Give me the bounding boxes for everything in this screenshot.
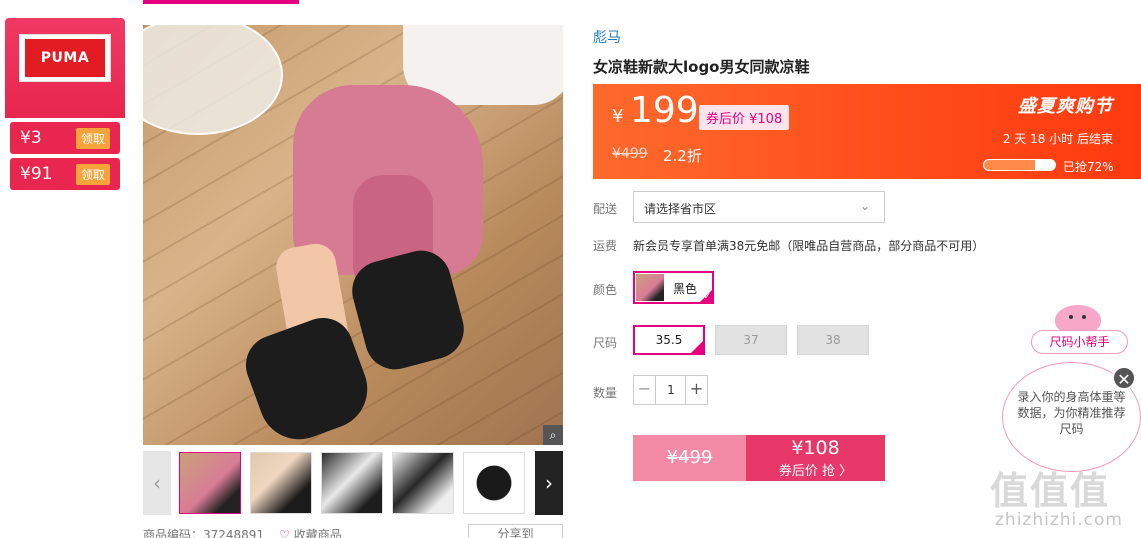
coupon-claim-button[interactable]: 领取 — [75, 127, 110, 149]
zoom-icon[interactable]: ⌕ — [543, 425, 563, 445]
mascot-eye — [1082, 315, 1086, 319]
sold-progress-text: 已抢72% — [1063, 160, 1114, 174]
buy-coupon-price[interactable]: ¥108 券后价 抢 〉 — [746, 435, 885, 481]
size-label: 尺码 — [593, 336, 618, 350]
size-option-37[interactable]: 37 — [715, 325, 787, 355]
buy-button[interactable]: ¥499 ¥108 券后价 抢 〉 — [633, 435, 885, 481]
quantity-input[interactable] — [657, 376, 685, 404]
shipping-label: 配送 — [593, 202, 618, 216]
puma-logo: PUMA — [25, 39, 105, 77]
coupon-amount: ¥91 — [20, 164, 53, 184]
close-icon[interactable]: ✕ — [1112, 366, 1136, 390]
buy-price: ¥108 — [791, 437, 840, 459]
thumbnail[interactable] — [250, 452, 312, 514]
color-label: 颜色 — [593, 283, 618, 297]
chevron-down-icon: ⌄ — [859, 199, 870, 213]
chevron-left-icon[interactable]: ‹ — [143, 451, 171, 515]
size-option-label: 38 — [825, 333, 841, 347]
freight-label: 运费 — [593, 239, 618, 253]
favorite-label: 收藏商品 — [293, 528, 342, 538]
heart-icon: ♡ — [279, 528, 290, 538]
size-helper-button[interactable]: 尺码小帮手 — [1031, 330, 1128, 354]
size-option-label: 35.5 — [655, 333, 683, 347]
buy-cta: 券后价 抢 〉 — [778, 464, 853, 479]
brand-logo-box: PUMA — [19, 34, 111, 82]
watermark-url: zhizhizhi.com — [995, 510, 1123, 530]
tab-indicator — [143, 0, 299, 4]
check-icon: ✓ — [703, 292, 711, 302]
region-select-value: 请选择省市区 — [644, 202, 717, 216]
share-button[interactable]: 分享到 — [468, 524, 563, 538]
main-product-image[interactable]: ⌕ — [143, 25, 563, 445]
check-icon: ✓ — [694, 335, 702, 345]
quantity-plus-button[interactable]: + — [685, 376, 707, 404]
freight-text: 新会员专享首单满38元免邮（限唯品自营商品，部分商品不可用） — [633, 239, 985, 253]
quantity-minus-button[interactable]: − — [634, 376, 656, 404]
original-price: ¥499 — [612, 146, 648, 162]
coupon-amount: ¥3 — [20, 128, 42, 148]
brand-link[interactable]: 彪马 — [593, 27, 621, 47]
buy-original-price: ¥499 — [633, 435, 746, 481]
region-select[interactable]: 请选择省市区 ⌄ — [633, 191, 885, 223]
coupon-91[interactable]: ¥91 领取 — [10, 158, 120, 190]
color-swatch — [636, 274, 664, 301]
price-banner: ¥ 199 券后价 ¥108 ¥499 2.2折 盛夏爽购节 2 天 18 小时… — [593, 84, 1141, 179]
product-title: 女凉鞋新款大logo男女同款凉鞋 — [593, 58, 810, 76]
favorite-button[interactable]: ♡ 收藏商品 — [279, 526, 342, 538]
color-option-label: 黑色 — [673, 282, 698, 296]
size-option-label: 37 — [743, 333, 759, 347]
coupon-3[interactable]: ¥3 领取 — [10, 122, 120, 154]
brand-card[interactable]: PUMA — [5, 18, 125, 118]
product-code: 商品编码：37248891 — [143, 528, 265, 538]
after-coupon-badge: 券后价 ¥108 — [699, 105, 790, 130]
watermark-logo: 值值值 — [990, 469, 1111, 513]
price-currency: ¥ — [612, 106, 624, 127]
thumbnail[interactable] — [463, 452, 525, 514]
color-option-black[interactable]: 黑色 ✓ — [633, 271, 714, 304]
thumbnail[interactable] — [321, 452, 383, 514]
size-option-38[interactable]: 38 — [797, 325, 869, 355]
size-option-35-5[interactable]: 35.5 ✓ — [633, 325, 705, 355]
countdown-timer: 2 天 18 小时 后结束 — [1002, 132, 1113, 146]
thumbnail[interactable] — [392, 452, 454, 514]
thumbnail-strip: ‹ › — [143, 451, 563, 515]
product-page: PUMA ¥3 领取 ¥91 领取 ⌕ ‹ › 商品编码：37248891 ♡ 收… — [0, 0, 1141, 538]
logo-text: PUMA — [40, 50, 90, 66]
quantity-stepper: − + — [633, 375, 708, 405]
quantity-label: 数量 — [593, 386, 618, 400]
coupon-claim-button[interactable]: 领取 — [75, 163, 110, 185]
thumbnail[interactable] — [179, 452, 241, 514]
event-title: 盛夏爽购节 — [1018, 96, 1113, 117]
progress-fill — [984, 160, 1036, 170]
discount-rate: 2.2折 — [663, 147, 702, 165]
chevron-right-icon[interactable]: › — [535, 451, 563, 515]
mascot-eye — [1069, 315, 1073, 319]
sold-progress-bar — [983, 159, 1056, 171]
current-price: 199 — [630, 90, 699, 131]
image-footer: 商品编码：37248891 ♡ 收藏商品 分享到 — [143, 524, 563, 538]
